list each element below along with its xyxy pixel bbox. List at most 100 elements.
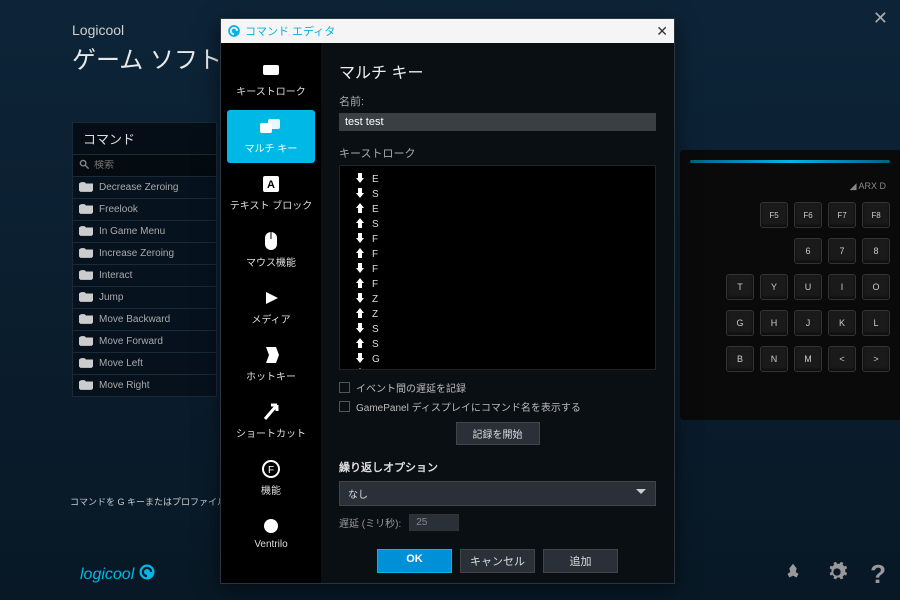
arrow-down-icon: [356, 323, 364, 336]
category-shortcut[interactable]: ショートカット: [221, 395, 321, 448]
keystroke-event[interactable]: F: [356, 247, 639, 262]
wolf-icon[interactable]: [782, 561, 804, 588]
folder-icon: [79, 267, 93, 285]
keyboard-key: <: [828, 346, 856, 372]
keyboard-key: 8: [862, 238, 890, 264]
keyboard-key: I: [828, 274, 856, 300]
keystroke-event[interactable]: Z: [356, 292, 639, 307]
command-item[interactable]: Increase Zeroing: [72, 243, 217, 265]
command-item[interactable]: Interact: [72, 265, 217, 287]
dialog-close-icon[interactable]: ✕: [656, 23, 668, 40]
text-icon: A: [263, 175, 279, 193]
chevron-down-icon: [635, 488, 647, 499]
keystroke-event[interactable]: S: [356, 217, 639, 232]
keystroke-event[interactable]: S: [356, 322, 639, 337]
arrow-up-icon: [356, 203, 364, 216]
keystroke-event[interactable]: F: [356, 262, 639, 277]
command-editor-dialog: コマンド エディタ ✕ キーストロークマルチ キーAテキスト ブロックマウス機能…: [220, 18, 675, 584]
start-recording-button[interactable]: 記録を開始: [456, 422, 540, 445]
keyboard-key: J: [794, 310, 822, 336]
delay-input[interactable]: [409, 514, 459, 531]
keystroke-event[interactable]: S: [356, 337, 639, 352]
keystroke-event[interactable]: Z: [356, 307, 639, 322]
keystroke-event[interactable]: G: [356, 367, 639, 370]
keystroke-event[interactable]: E: [356, 202, 639, 217]
keyboard-key: U: [794, 274, 822, 300]
arrow-up-icon: [356, 338, 364, 351]
window-close-icon[interactable]: ✕: [873, 8, 888, 29]
category-multikey[interactable]: マルチ キー: [227, 110, 315, 163]
command-item[interactable]: Jump: [72, 287, 217, 309]
command-item[interactable]: Freelook: [72, 199, 217, 221]
commands-search[interactable]: [72, 155, 217, 177]
arrow-down-icon: [356, 263, 364, 276]
keyboard-preview: ◢ ARX D F5F6F7F8678TYUIOGHJKLBNM<>: [680, 150, 900, 420]
ok-button[interactable]: OK: [377, 549, 452, 573]
category-text[interactable]: Aテキスト ブロック: [221, 167, 321, 220]
keystroke-recorder[interactable]: ESESFFFFZZSSGG: [339, 165, 656, 370]
keyboard-key: F8: [862, 202, 890, 228]
keyboard-key: F7: [828, 202, 856, 228]
folder-icon: [79, 245, 93, 263]
commands-header: コマンド: [72, 122, 217, 155]
logicool-logo-icon: [138, 563, 156, 586]
category-hotkey[interactable]: ホットキー: [221, 338, 321, 391]
repeat-section-label: 繰り返しオプション: [339, 459, 656, 475]
name-input[interactable]: [339, 113, 656, 131]
category-mouse[interactable]: マウス機能: [221, 224, 321, 277]
keystroke-icon: [261, 61, 281, 79]
keyboard-key: F5: [760, 202, 788, 228]
folder-icon: [79, 311, 93, 329]
svg-text:A: A: [267, 179, 275, 191]
checkbox-icon: [339, 382, 350, 393]
keystroke-event[interactable]: G: [356, 352, 639, 367]
keyboard-key: L: [862, 310, 890, 336]
hotkey-icon: [263, 346, 279, 364]
keyboard-key: T: [726, 274, 754, 300]
function-icon: F: [262, 460, 280, 478]
keyboard-key: B: [726, 346, 754, 372]
repeat-dropdown[interactable]: なし: [339, 481, 656, 506]
arrow-down-icon: [356, 233, 364, 246]
category-media[interactable]: メディア: [221, 281, 321, 334]
command-item[interactable]: Move Right: [72, 375, 217, 397]
search-input[interactable]: [94, 160, 210, 171]
keystroke-event[interactable]: F: [356, 232, 639, 247]
folder-icon: [79, 223, 93, 241]
keystroke-event[interactable]: F: [356, 277, 639, 292]
folder-icon: [79, 201, 93, 219]
search-icon: [79, 157, 90, 175]
command-item[interactable]: In Game Menu: [72, 221, 217, 243]
arx-label: ◢ ARX D: [690, 181, 890, 192]
category-ventrilo[interactable]: Ventrilo: [221, 509, 321, 558]
command-item[interactable]: Decrease Zeroing: [72, 177, 217, 199]
command-item[interactable]: Move Backward: [72, 309, 217, 331]
add-button[interactable]: 追加: [543, 549, 618, 573]
name-label: 名前:: [339, 93, 656, 109]
folder-icon: [79, 377, 93, 395]
command-item[interactable]: Move Forward: [72, 331, 217, 353]
category-function[interactable]: F機能: [221, 452, 321, 505]
panel-heading: マルチ キー: [339, 59, 656, 83]
show-name-checkbox[interactable]: GamePanel ディスプレイにコマンド名を表示する: [339, 399, 656, 414]
ventrilo-icon: [263, 517, 279, 535]
arrow-up-icon: [356, 308, 364, 321]
help-icon[interactable]: ?: [870, 559, 886, 590]
record-delays-checkbox[interactable]: イベント間の遅延を記録: [339, 380, 656, 395]
dialog-title: コマンド エディタ: [245, 23, 335, 39]
checkbox-icon: [339, 401, 350, 412]
keystroke-label: キーストローク: [339, 145, 656, 161]
multikey-icon: [260, 118, 282, 136]
svg-text:F: F: [268, 465, 274, 476]
keystroke-event[interactable]: S: [356, 187, 639, 202]
keystroke-event[interactable]: E: [356, 172, 639, 187]
folder-icon: [79, 289, 93, 307]
logicool-g-icon: [227, 24, 241, 38]
dialog-titlebar[interactable]: コマンド エディタ ✕: [221, 19, 674, 43]
category-keystroke[interactable]: キーストローク: [221, 53, 321, 106]
cancel-button[interactable]: キャンセル: [460, 549, 535, 573]
keyboard-key: Y: [760, 274, 788, 300]
gear-icon[interactable]: [826, 561, 848, 588]
arrow-down-icon: [356, 188, 364, 201]
command-item[interactable]: Move Left: [72, 353, 217, 375]
